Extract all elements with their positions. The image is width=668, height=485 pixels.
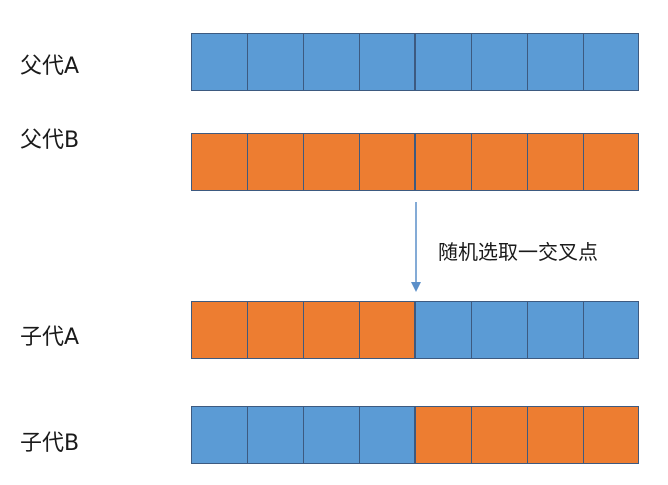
row-label-parent-a: 父代A	[20, 54, 80, 79]
gene-cell	[415, 33, 471, 91]
gene-cell	[471, 133, 527, 191]
gene-cell	[471, 406, 527, 464]
chromosome-child-a	[191, 301, 639, 359]
row-label-parent-b: 父代B	[20, 128, 80, 153]
gene-cell	[359, 406, 415, 464]
gene-cell	[247, 33, 303, 91]
gene-cell	[303, 406, 359, 464]
gene-cell	[359, 33, 415, 91]
gene-cell	[303, 301, 359, 359]
gene-cell	[527, 301, 583, 359]
gene-cell	[247, 406, 303, 464]
gene-cell	[527, 406, 583, 464]
gene-cell	[191, 301, 247, 359]
crossover-arrow	[411, 202, 421, 292]
gene-cell	[583, 133, 639, 191]
gene-cell	[583, 33, 639, 91]
gene-cell	[247, 133, 303, 191]
chromosome-segment-right	[415, 33, 639, 91]
chromosome-segment-right	[415, 133, 639, 191]
gene-cell	[247, 301, 303, 359]
chromosome-child-b	[191, 406, 639, 464]
chromosome-segment-right	[415, 301, 639, 359]
gene-cell	[583, 301, 639, 359]
row-label-child-a: 子代A	[20, 325, 80, 350]
chromosome-parent-a	[191, 33, 639, 91]
chromosome-segment-left	[191, 33, 415, 91]
gene-cell	[359, 301, 415, 359]
gene-cell	[471, 33, 527, 91]
chromosome-parent-b	[191, 133, 639, 191]
gene-cell	[303, 133, 359, 191]
gene-cell	[527, 133, 583, 191]
gene-cell	[303, 33, 359, 91]
chromosome-segment-left	[191, 133, 415, 191]
gene-cell	[527, 33, 583, 91]
gene-cell	[583, 406, 639, 464]
gene-cell	[191, 33, 247, 91]
gene-cell	[359, 133, 415, 191]
chromosome-segment-left	[191, 406, 415, 464]
gene-cell	[415, 301, 471, 359]
gene-cell	[415, 406, 471, 464]
chromosome-segment-right	[415, 406, 639, 464]
chromosome-segment-left	[191, 301, 415, 359]
gene-cell	[471, 301, 527, 359]
gene-cell	[191, 406, 247, 464]
row-label-child-b: 子代B	[20, 431, 80, 456]
gene-cell	[191, 133, 247, 191]
crossover-point-label: 随机选取一交叉点	[438, 240, 598, 264]
gene-cell	[415, 133, 471, 191]
